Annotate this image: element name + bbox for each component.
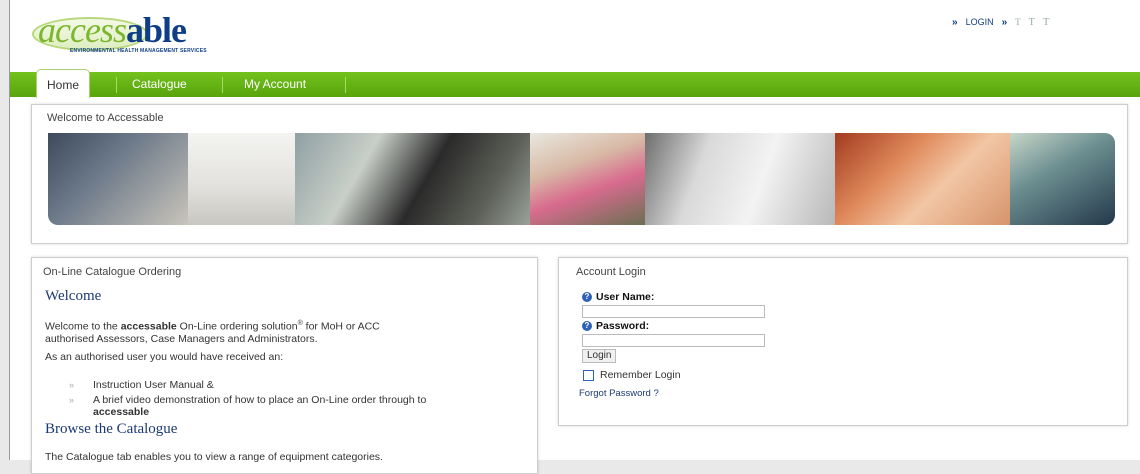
banner-photo-child	[530, 133, 645, 225]
site-logo[interactable]: accessable ENVIRONMENTAL HEALTH MANAGEME…	[32, 10, 262, 54]
logo-wordmark: accessable	[38, 10, 187, 50]
text-size-large[interactable]: T	[1043, 16, 1050, 28]
list-item: » Instruction User Manual &	[69, 379, 214, 391]
help-icon[interactable]: ?	[582, 321, 592, 331]
remember-login-checkbox[interactable]	[583, 370, 594, 381]
banner-photo-hearing-aid	[835, 133, 1010, 225]
browse-text: The Catalogue tab enables you to view a …	[45, 451, 383, 463]
intro-paragraph: Welcome to the accessable On-Line orderi…	[45, 320, 380, 345]
nav-separator	[222, 77, 223, 93]
nav-separator	[116, 77, 117, 93]
banner-photo-office	[295, 133, 530, 225]
login-panel: Account Login ? User Name: ? Password: Log…	[558, 257, 1128, 426]
welcome-panel-title: Welcome to Accessable	[47, 112, 164, 124]
welcome-heading: Welcome	[45, 288, 102, 304]
banner-photo-outdoor-wheelchair	[1010, 133, 1115, 225]
tab-my-account[interactable]: My Account	[234, 72, 316, 97]
welcome-panel: Welcome to Accessable	[31, 104, 1128, 244]
banner-photo-bathroom	[188, 133, 295, 225]
forgot-password-link[interactable]: Forgot Password ?	[579, 388, 659, 399]
logo-tagline: ENVIRONMENTAL HEALTH MANAGEMENT SERVICES	[70, 48, 207, 54]
received-text: As an authorised user you would have rec…	[45, 351, 284, 363]
banner-image	[48, 133, 1115, 225]
main-nav: Home Catalogue My Account	[10, 69, 1140, 98]
browse-heading: Browse the Catalogue	[45, 421, 178, 437]
username-label: ? User Name:	[582, 291, 654, 303]
tab-home[interactable]: Home	[36, 69, 91, 98]
catalogue-panel-title: On-Line Catalogue Ordering	[43, 266, 182, 278]
banner-photo-wheelchair	[48, 133, 188, 225]
help-icon[interactable]: ?	[582, 292, 592, 302]
bullet-chevron-icon: »	[69, 380, 75, 390]
header-login-link[interactable]: LOGIN	[966, 17, 994, 27]
text-size-small[interactable]: T	[1015, 17, 1021, 27]
banner-photo-laptop	[645, 133, 835, 225]
remember-login-label[interactable]: Remember Login	[600, 369, 681, 381]
double-chevron-icon: »	[1001, 16, 1008, 28]
password-input[interactable]	[582, 334, 765, 347]
double-chevron-icon: »	[952, 16, 958, 28]
tab-catalogue[interactable]: Catalogue	[122, 72, 197, 97]
nav-separator	[345, 77, 346, 93]
text-size-medium[interactable]: T	[1029, 17, 1035, 28]
list-item: » A brief video demonstration of how to p…	[69, 394, 427, 418]
login-panel-title: Account Login	[576, 266, 646, 278]
catalogue-panel: On-Line Catalogue Ordering Welcome Welco…	[31, 257, 538, 474]
username-input[interactable]	[582, 305, 765, 318]
bullet-chevron-icon: »	[69, 395, 75, 405]
utility-bar: » LOGIN » T T T	[952, 16, 1049, 28]
login-button[interactable]: Login	[582, 349, 617, 363]
password-label: ? Password:	[582, 320, 649, 332]
